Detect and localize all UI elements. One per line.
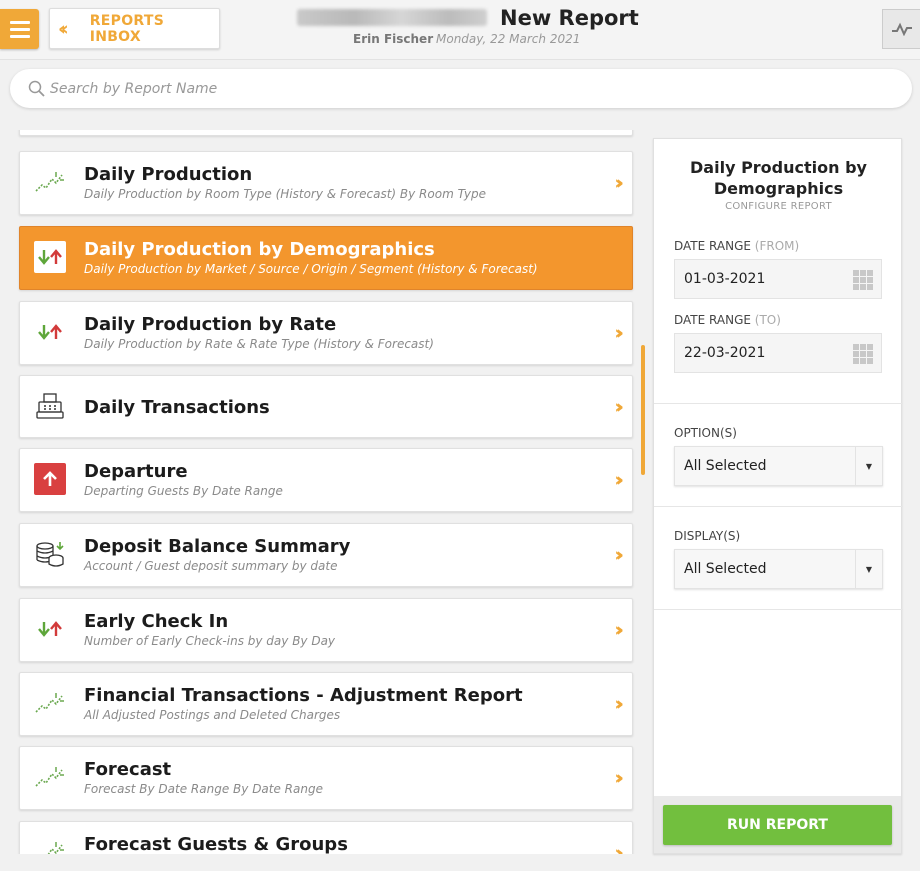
trend-chart-icon [34, 761, 66, 793]
report-title: Financial Transactions - Adjustment Repo… [84, 685, 523, 706]
config-subtitle: CONFIGURE REPORT [725, 201, 832, 212]
reports-inbox-button[interactable]: ‹‹ REPORTS INBOX [49, 8, 220, 49]
report-subtitle: Daily Production by Rate & Rate Type (Hi… [84, 337, 434, 351]
options-select[interactable]: All Selected ▼ [674, 446, 883, 486]
report-card-departure[interactable]: Departure Departing Guests By Date Range… [19, 448, 633, 512]
user-name: Erin Fischer [353, 32, 434, 46]
date-from-value: 01-03-2021 [684, 271, 766, 287]
report-subtitle: Account / Guest deposit summary by date [84, 559, 338, 573]
report-subtitle: Forecast By Date Range By Date Range [84, 782, 323, 796]
double-chevron-right-icon: ›› [614, 842, 623, 854]
date-from-field[interactable]: 01-03-2021 [674, 259, 882, 299]
report-subtitle: All Adjusted Postings and Deleted Charge… [84, 708, 341, 722]
search-bar[interactable] [10, 69, 912, 108]
report-card-daily-transactions[interactable]: Daily Transactions ›› [19, 375, 633, 438]
hamburger-icon-line [9, 34, 30, 38]
report-title: Daily Transactions [84, 397, 270, 418]
date-to-label: DATE RANGE (TO) [674, 313, 781, 327]
list-scrollbar[interactable] [641, 345, 645, 475]
date-from-label: DATE RANGE (FROM) [674, 239, 799, 253]
activity-button[interactable] [882, 9, 920, 49]
run-report-button[interactable]: RUN REPORT [663, 805, 892, 845]
blurred-property-name [297, 9, 487, 26]
divider [654, 403, 903, 404]
double-chevron-right-icon: ›› [614, 322, 623, 344]
cash-register-icon [34, 390, 66, 422]
options-label: OPTION(S) [674, 426, 737, 440]
configure-panel: Daily Production by Demographics CONFIGU… [653, 138, 903, 854]
date-to-value: 22-03-2021 [684, 345, 766, 361]
report-title: Early Check In [84, 611, 229, 632]
hamburger-icon-line [9, 27, 30, 31]
departure-arrow-icon [34, 463, 66, 495]
report-list: Daily Production Daily Production by Roo… [0, 130, 640, 854]
double-chevron-right-icon: ›› [614, 693, 623, 715]
report-card-forecast[interactable]: Forecast Forecast By Date Range By Date … [19, 746, 633, 810]
up-down-arrows-icon [34, 316, 66, 348]
trend-chart-icon [34, 166, 66, 198]
options-value: All Selected [684, 458, 767, 474]
search-icon [28, 80, 45, 97]
reports-inbox-label: REPORTS INBOX [89, 12, 165, 45]
date-to-field[interactable]: 22-03-2021 [674, 333, 882, 373]
hamburger-menu-button[interactable] [0, 9, 39, 49]
report-title: Departure [84, 461, 188, 482]
displays-label: DISPLAY(S) [674, 529, 741, 543]
coins-icon [34, 538, 66, 570]
calendar-grid-icon [853, 344, 873, 364]
panel-footer: RUN REPORT [654, 796, 901, 853]
report-subtitle: Number of Early Check-ins by day By Day [84, 634, 336, 648]
trend-chart-icon [34, 836, 66, 854]
report-title: Daily Production by Rate [84, 314, 337, 335]
report-card-daily-production-by-demographics[interactable]: Daily Production by Demographics Daily P… [19, 226, 633, 290]
report-card-deposit-balance-summary[interactable]: Deposit Balance Summary Account / Guest … [19, 523, 633, 587]
report-subtitle: Daily Production by Room Type (History &… [84, 187, 486, 201]
report-card-daily-production-by-rate[interactable]: Daily Production by Rate Daily Productio… [19, 301, 633, 365]
top-bar: ‹‹ REPORTS INBOX New Report Erin Fischer… [0, 0, 920, 60]
double-chevron-right-icon: ›› [614, 544, 623, 566]
double-chevron-left-icon: ‹‹ [58, 17, 69, 40]
report-title: Daily Production by Demographics [84, 239, 435, 260]
activity-pulse-icon [892, 22, 912, 36]
report-title: Forecast Guests & Groups [84, 834, 348, 854]
trend-chart-icon [34, 687, 66, 719]
config-title: Daily Production by Demographics [690, 158, 867, 198]
up-down-arrows-icon [34, 241, 66, 273]
double-chevron-right-icon: ›› [614, 619, 623, 641]
report-card-partial[interactable] [19, 130, 633, 136]
report-subtitle: Daily Production by Market / Source / Or… [84, 262, 538, 276]
calendar-grid-icon [853, 270, 873, 290]
dropdown-caret-icon: ▼ [855, 550, 882, 588]
search-input[interactable] [50, 80, 850, 97]
double-chevron-right-icon: ›› [614, 396, 623, 418]
date-from-label-text: DATE RANGE [674, 239, 751, 253]
report-title: Forecast [84, 759, 172, 780]
double-chevron-right-icon: ›› [614, 469, 623, 491]
report-card-financial-transactions-adjustment[interactable]: Financial Transactions - Adjustment Repo… [19, 672, 633, 736]
displays-select[interactable]: All Selected ▼ [674, 549, 883, 589]
page-title: New Report [500, 6, 639, 30]
displays-value: All Selected [684, 561, 767, 577]
up-down-arrows-icon [34, 613, 66, 645]
report-subtitle: Departing Guests By Date Range [84, 484, 283, 498]
divider [654, 506, 903, 507]
current-date: Monday, 22 March 2021 [436, 32, 581, 46]
double-chevron-right-icon: ›› [614, 172, 623, 194]
report-card-daily-production[interactable]: Daily Production Daily Production by Roo… [19, 151, 633, 215]
divider [654, 609, 903, 610]
date-to-hint: (TO) [754, 313, 781, 327]
date-from-hint: (FROM) [754, 239, 800, 253]
report-title: Daily Production [84, 164, 253, 185]
dropdown-caret-icon: ▼ [855, 447, 882, 485]
double-chevron-right-icon: ›› [614, 767, 623, 789]
date-to-label-text: DATE RANGE [674, 313, 751, 327]
report-card-early-check-in[interactable]: Early Check In Number of Early Check-ins… [19, 598, 633, 662]
report-title: Deposit Balance Summary [84, 536, 351, 557]
hamburger-icon-line [9, 20, 30, 24]
report-card-forecast-guests-groups[interactable]: Forecast Guests & Groups ›› [19, 821, 633, 854]
